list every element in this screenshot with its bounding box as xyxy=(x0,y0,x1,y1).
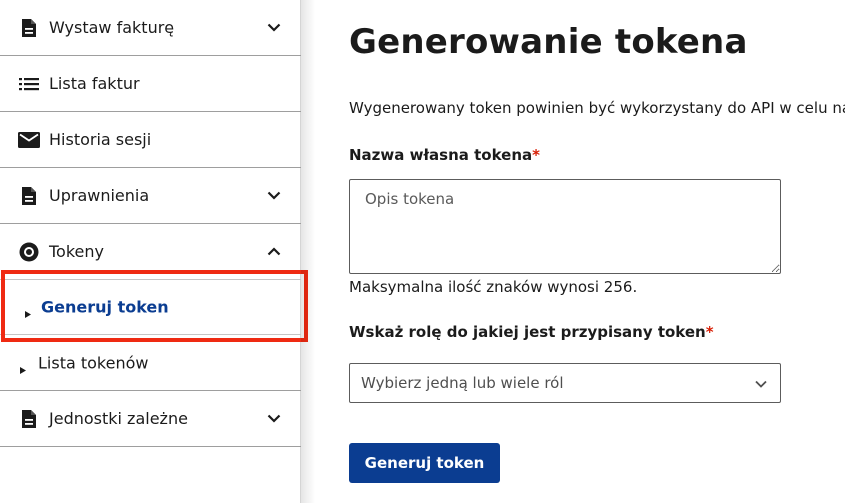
sidebar-item-uprawnienia[interactable]: Uprawnienia xyxy=(0,168,301,224)
document-icon xyxy=(18,17,40,39)
required-mark: * xyxy=(705,323,714,341)
list-icon xyxy=(18,73,40,95)
chevron-up-icon xyxy=(267,245,281,259)
sidebar-item-label: Tokeny xyxy=(49,242,104,261)
document-icon xyxy=(18,185,40,207)
triangle-right-icon xyxy=(25,303,33,318)
envelope-icon xyxy=(18,129,40,151)
sidebar-shadow xyxy=(301,0,315,503)
role-label-text: Wskaż rolę do jakiej jest przypisany tok… xyxy=(349,323,706,341)
sidebar-item-tokeny[interactable]: Tokeny xyxy=(0,224,301,280)
role-label: Wskaż rolę do jakiej jest przypisany tok… xyxy=(349,323,714,341)
main-content: Generowanie tokena Wygenerowany token po… xyxy=(349,0,845,503)
token-name-hint: Maksymalna ilość znaków wynosi 256. xyxy=(349,278,638,296)
role-select-placeholder: Wybierz jedną lub wiele ról xyxy=(361,374,564,392)
triangle-right-icon xyxy=(20,359,28,374)
token-name-label-text: Nazwa własna tokena xyxy=(349,146,533,164)
sidebar-subitem-generuj-token[interactable]: Generuj token xyxy=(0,280,301,335)
disc-icon xyxy=(18,241,40,263)
role-select[interactable]: Wybierz jedną lub wiele ról xyxy=(349,363,781,403)
page-title: Generowanie tokena xyxy=(349,22,748,62)
sidebar-item-historia-sesji[interactable]: Historia sesji xyxy=(0,112,301,168)
page-description: Wygenerowany token powinien być wykorzys… xyxy=(349,99,845,117)
sidebar: Wystaw fakturę Lista faktur Historia ses… xyxy=(0,0,308,503)
sidebar-subitem-lista-tokenow[interactable]: Lista tokenów xyxy=(0,335,301,391)
sidebar-item-label: Lista faktur xyxy=(49,74,140,93)
chevron-down-icon xyxy=(267,21,281,35)
document-icon xyxy=(18,408,40,430)
token-name-label: Nazwa własna tokena* xyxy=(349,146,540,164)
sidebar-item-label: Historia sesji xyxy=(49,130,152,149)
sidebar-item-label: Uprawnienia xyxy=(49,186,150,205)
chevron-down-icon xyxy=(267,412,281,426)
sidebar-item-label: Wystaw fakturę xyxy=(49,18,175,37)
sidebar-subitem-label: Lista tokenów xyxy=(38,353,149,372)
sidebar-item-lista-faktur[interactable]: Lista faktur xyxy=(0,56,301,112)
sidebar-item-jednostki-zalezne[interactable]: Jednostki zależne xyxy=(0,391,301,447)
generate-token-button[interactable]: Generuj token xyxy=(349,443,500,483)
token-name-textarea[interactable] xyxy=(349,179,781,274)
required-mark: * xyxy=(532,146,540,164)
sidebar-item-label: Jednostki zależne xyxy=(49,409,188,428)
sidebar-item-wystaw-fakture[interactable]: Wystaw fakturę xyxy=(0,0,301,56)
sidebar-subitem-label: Generuj token xyxy=(41,297,169,317)
chevron-down-icon xyxy=(754,376,768,390)
chevron-down-icon xyxy=(267,189,281,203)
